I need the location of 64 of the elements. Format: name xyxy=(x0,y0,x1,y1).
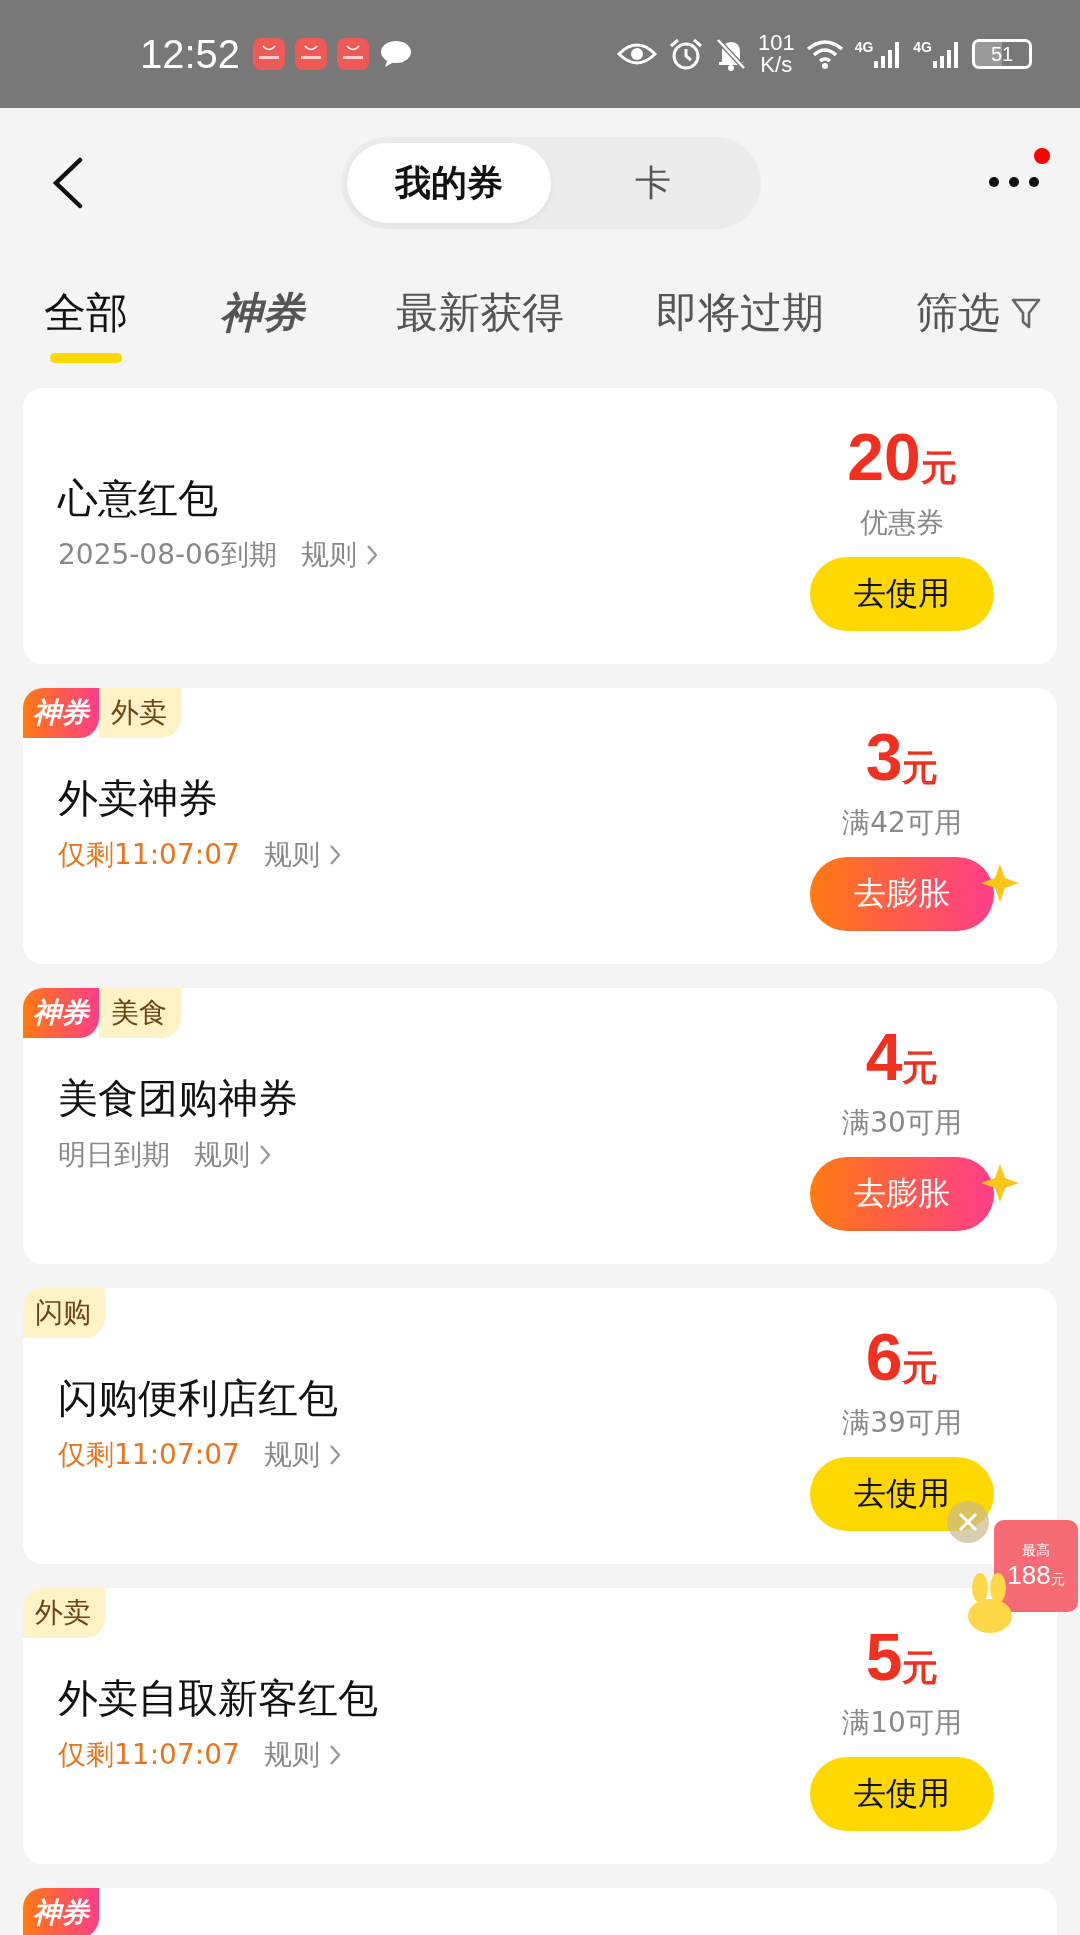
coupon-amount: 6元 xyxy=(865,1322,939,1396)
usage-condition: 满42可用 xyxy=(842,805,962,841)
chevron-right-icon xyxy=(327,843,342,867)
rules-link[interactable]: 规则 xyxy=(194,1136,272,1174)
rules-link[interactable]: 规则 xyxy=(263,836,342,874)
usage-condition: 满39可用 xyxy=(842,1405,962,1441)
app-icon xyxy=(336,37,371,71)
coupon-title: 心意红包 xyxy=(58,474,219,523)
expiry-text: 明日到期 xyxy=(58,1137,170,1173)
sparkle-icon xyxy=(980,863,1020,903)
expiry-text: 仅剩11:07:07 xyxy=(58,1437,240,1473)
use-button[interactable]: 去使用 xyxy=(810,1457,994,1531)
segment-tab[interactable]: 我的券 xyxy=(347,143,551,223)
widget-caption: 最高 xyxy=(1022,1541,1050,1560)
coupon-title: 外卖自取新客红包 xyxy=(58,1674,378,1723)
category-tag: 外卖 xyxy=(99,688,181,738)
category-tag: 外卖 xyxy=(23,1588,105,1638)
network-speed: 101 K/s xyxy=(757,32,795,76)
promo-tag: 神券 xyxy=(23,988,99,1038)
expiry-text: 仅剩11:07:07 xyxy=(58,837,240,873)
use-button[interactable]: 去使用 xyxy=(810,1757,994,1831)
alarm-clock-icon xyxy=(667,37,704,71)
use-button[interactable]: 去使用 xyxy=(810,557,994,631)
coupon-title: 闪购便利店红包 xyxy=(58,1374,339,1423)
filter-button[interactable]: 筛选 xyxy=(916,285,1042,341)
chevron-right-icon xyxy=(327,1443,342,1467)
promo-tag: 神券 xyxy=(23,688,99,738)
coupon-amount: 4元 xyxy=(865,1022,939,1096)
coupon-title: 美食团购神券 xyxy=(58,1074,298,1123)
rules-link[interactable]: 规则 xyxy=(300,536,379,574)
back-icon[interactable] xyxy=(50,157,84,209)
coupon-amount: 20元 xyxy=(847,422,957,496)
app-icon xyxy=(294,37,329,71)
expiry-text: 仅剩11:07:07 xyxy=(58,1737,240,1773)
wifi-icon xyxy=(804,38,845,70)
segment-tab[interactable]: 卡 xyxy=(551,143,755,223)
category-tag: 闪购 xyxy=(23,1288,105,1338)
funnel-icon xyxy=(1010,296,1042,330)
battery-indicator: 51 xyxy=(972,39,1032,69)
coupon-title: 外卖神券 xyxy=(58,774,219,823)
more-icon[interactable] xyxy=(988,174,1040,189)
coupon-amount: 3元 xyxy=(865,722,939,796)
network-type-label: 4G xyxy=(913,39,932,55)
usage-condition: 满30可用 xyxy=(842,1105,962,1141)
clock-time: 12:52 xyxy=(140,31,241,77)
filter-tab[interactable]: 最新获得 xyxy=(396,285,564,341)
chevron-right-icon xyxy=(258,1143,272,1167)
usage-condition: 优惠券 xyxy=(860,505,944,541)
filter-tab[interactable]: 全部 xyxy=(44,285,128,341)
active-underline xyxy=(50,353,122,363)
usage-condition: 满10可用 xyxy=(842,1705,962,1741)
chevron-right-icon xyxy=(327,1743,342,1767)
rules-link[interactable]: 规则 xyxy=(263,1436,342,1474)
widget-amount: 188元 xyxy=(1007,1559,1065,1591)
app-icon xyxy=(252,37,287,71)
coupon-amount: 5元 xyxy=(865,1622,939,1696)
category-tag: 美食 xyxy=(99,988,181,1038)
expiry-text: 2025-08-06到期 xyxy=(58,537,277,573)
chevron-right-icon xyxy=(364,543,379,567)
rules-link[interactable]: 规则 xyxy=(263,1736,342,1774)
network-type-label: 4G xyxy=(854,39,874,55)
promo-tag: 神券 xyxy=(23,1888,99,1935)
filter-tab[interactable]: 即将过期 xyxy=(656,285,824,341)
sparkle-icon xyxy=(980,1163,1020,1203)
